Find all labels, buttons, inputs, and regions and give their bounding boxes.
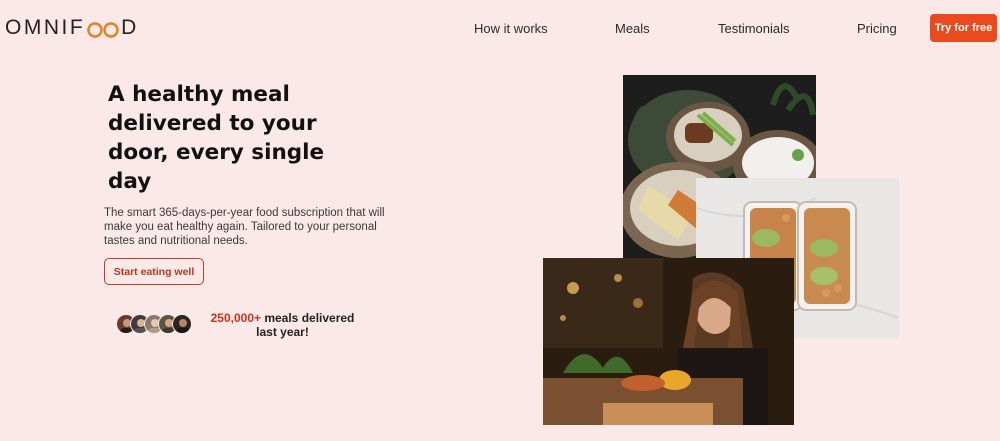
logo-text-left: OMNIF	[5, 16, 86, 39]
start-eating-well-button[interactable]: Start eating well	[104, 258, 204, 285]
woman-eating-photo	[543, 258, 794, 425]
infinity-icon	[86, 20, 120, 38]
logo[interactable]: OMNIF D	[5, 16, 139, 40]
nav-link-testimonials[interactable]: Testimonials	[718, 21, 790, 36]
try-for-free-button[interactable]: Try for free	[930, 14, 997, 42]
meals-delivered-stat: 250,000+ meals delivered last year!	[205, 311, 360, 339]
avatar	[172, 314, 192, 334]
hero-title: A healthy meal delivered to your door, e…	[108, 82, 325, 194]
logo-text-right: D	[121, 16, 139, 39]
nav-link-pricing[interactable]: Pricing	[857, 21, 897, 36]
stats-number: 250,000+	[210, 311, 261, 325]
stats-text: meals delivered last year!	[256, 311, 355, 339]
hero-description: The smart 365-days-per-year food subscri…	[104, 207, 385, 247]
nav-link-how-it-works[interactable]: How it works	[474, 21, 548, 36]
nav-link-meals[interactable]: Meals	[615, 21, 650, 36]
